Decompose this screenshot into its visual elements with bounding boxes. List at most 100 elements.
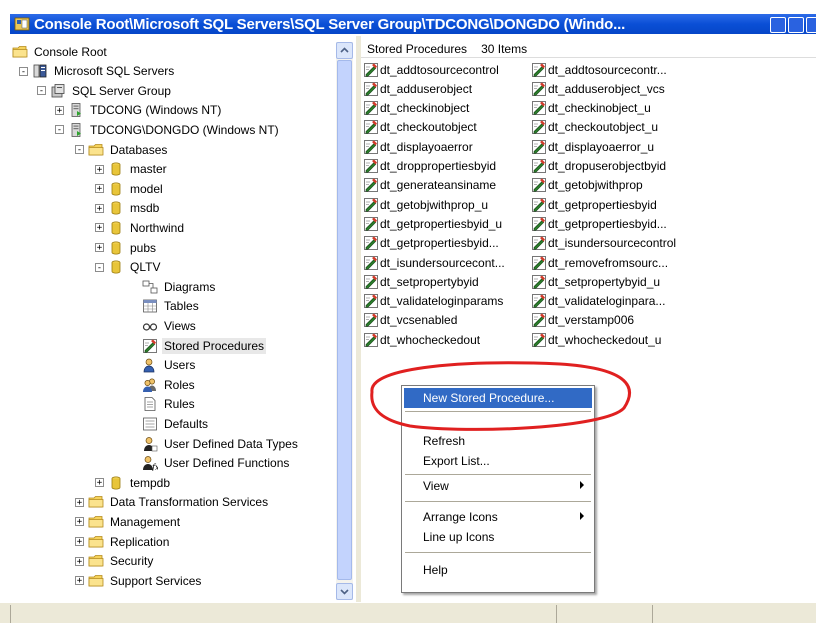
expand-icon[interactable]: + bbox=[75, 497, 84, 507]
close-button[interactable] bbox=[806, 17, 816, 33]
tree-item[interactable]: + tempdb bbox=[95, 473, 172, 492]
window-titlebar[interactable]: Console Root\Microsoft SQL Servers\SQL S… bbox=[0, 0, 816, 34]
expand-icon[interactable]: + bbox=[75, 576, 84, 586]
stored-procedure-item[interactable]: dt_validateloginpara... bbox=[531, 292, 665, 311]
console-tree-pane[interactable]: Console Root - Microsoft SQL Servers - SQL S… bbox=[10, 42, 355, 598]
expand-icon[interactable]: + bbox=[95, 478, 104, 488]
scroll-thumb[interactable] bbox=[337, 60, 352, 580]
tree-item[interactable]: Roles bbox=[142, 375, 197, 394]
stored-procedure-item[interactable]: dt_getpropertiesbyid... bbox=[531, 214, 667, 233]
expand-icon[interactable]: + bbox=[95, 184, 104, 194]
tree-item[interactable]: + pubs bbox=[95, 238, 158, 257]
expand-icon[interactable]: + bbox=[95, 243, 104, 253]
expand-icon[interactable]: + bbox=[55, 105, 64, 115]
tree-item[interactable]: + master bbox=[95, 160, 169, 179]
tree-item-label: Stored Procedures bbox=[162, 337, 267, 354]
stored-procedure-item[interactable]: dt_checkinobject bbox=[363, 99, 469, 118]
stored-procedure-item[interactable]: dt_adduserobject bbox=[363, 79, 472, 98]
tree-item[interactable]: + Management bbox=[75, 512, 182, 531]
tree-item[interactable]: - Databases bbox=[75, 140, 169, 159]
tree-item[interactable]: + Security bbox=[75, 552, 155, 571]
tree-item[interactable]: Stored Procedures bbox=[142, 336, 267, 355]
menu-item-refresh[interactable]: Refresh bbox=[404, 431, 592, 451]
scroll-down-button[interactable] bbox=[336, 583, 353, 600]
folder-icon bbox=[88, 553, 104, 569]
stored-procedure-item[interactable]: dt_addtosourcecontr... bbox=[531, 60, 667, 79]
stored-procedure-item[interactable]: dt_isundersourcecont... bbox=[363, 253, 505, 272]
stored-procedure-item[interactable]: dt_validateloginparams bbox=[363, 292, 503, 311]
stored-procedure-name: dt_validateloginparams bbox=[380, 294, 504, 309]
menu-item-arrange-icons[interactable]: Arrange Icons bbox=[404, 507, 592, 527]
stored-procedure-item[interactable]: dt_checkoutobject_u bbox=[531, 118, 658, 137]
stored-procedure-item[interactable]: dt_removefromsourc... bbox=[531, 253, 668, 272]
expand-icon[interactable]: + bbox=[95, 223, 104, 233]
stored-procedure-item[interactable]: dt_isundersourcecontrol bbox=[531, 234, 676, 253]
tree-item[interactable]: Defaults bbox=[142, 414, 210, 433]
scroll-up-button[interactable] bbox=[336, 42, 353, 59]
stored-procedure-item[interactable]: dt_displayoaerror_u bbox=[531, 137, 654, 156]
stored-procedure-item[interactable]: dt_setpropertybyid bbox=[363, 272, 479, 291]
diagram-icon bbox=[142, 279, 158, 295]
tree-item[interactable]: + msdb bbox=[95, 199, 161, 218]
stored-procedure-item[interactable]: dt_vcsenabled bbox=[363, 311, 457, 330]
database-icon bbox=[108, 475, 124, 491]
tree-item[interactable]: + Replication bbox=[75, 532, 171, 551]
tree-item[interactable]: + Support Services bbox=[75, 571, 203, 590]
folder-icon bbox=[88, 573, 104, 589]
stored-procedure-item[interactable]: dt_displayoaerror bbox=[363, 137, 473, 156]
expand-icon[interactable]: + bbox=[75, 537, 84, 547]
tree-item[interactable]: - TDCONG\DONGDO (Windows NT) bbox=[55, 120, 281, 139]
collapse-icon[interactable]: - bbox=[19, 66, 28, 76]
details-header: Stored Procedures 30 Items bbox=[361, 40, 816, 58]
tree-item[interactable]: Rules bbox=[142, 395, 197, 414]
collapse-icon[interactable]: - bbox=[37, 86, 46, 96]
tree-vertical-scrollbar[interactable] bbox=[336, 42, 353, 600]
tree-item[interactable]: - QLTV bbox=[95, 258, 162, 277]
collapse-icon[interactable]: - bbox=[55, 125, 64, 135]
tree-item[interactable]: + model bbox=[95, 179, 165, 198]
tree-item[interactable]: Tables bbox=[142, 297, 201, 316]
tree-item[interactable]: + TDCONG (Windows NT) bbox=[55, 101, 223, 120]
stored-procedure-item[interactable]: dt_getobjwithprop_u bbox=[363, 195, 488, 214]
menu-item-line-up-icons[interactable]: Line up Icons bbox=[404, 527, 592, 547]
tree-item[interactable]: Users bbox=[142, 356, 197, 375]
tree-item[interactable]: Console Root bbox=[12, 42, 109, 61]
stored-procedure-item[interactable]: dt_getobjwithprop bbox=[531, 176, 643, 195]
menu-item-help[interactable]: Help bbox=[404, 560, 592, 580]
stored-procedure-item[interactable]: dt_checkinobject_u bbox=[531, 99, 651, 118]
tree-item[interactable]: + Northwind bbox=[95, 218, 186, 237]
tree-item[interactable]: + Data Transformation Services bbox=[75, 493, 270, 512]
stored-procedure-item[interactable]: dt_whocheckedout bbox=[363, 330, 480, 349]
stored-procedure-item[interactable]: dt_dropuserobjectbyid bbox=[531, 157, 666, 176]
menu-item-export-list[interactable]: Export List... bbox=[404, 451, 592, 471]
expand-icon[interactable]: + bbox=[95, 203, 104, 213]
stored-procedure-item[interactable]: dt_getpropertiesbyid... bbox=[363, 234, 499, 253]
tree-item[interactable]: User Defined Data Types bbox=[142, 434, 300, 453]
tree-item[interactable]: User Defined Functions bbox=[142, 454, 291, 473]
tree-item[interactable]: - Microsoft SQL Servers bbox=[19, 62, 176, 81]
stored-procedure-item[interactable]: dt_generateansiname bbox=[363, 176, 496, 195]
stored-procedure-item[interactable]: dt_verstamp006 bbox=[531, 311, 634, 330]
stored-procedure-item[interactable]: dt_adduserobject_vcs bbox=[531, 79, 665, 98]
tree-item[interactable]: Views bbox=[142, 316, 198, 335]
expand-icon[interactable]: + bbox=[75, 517, 84, 527]
minimize-button[interactable] bbox=[770, 17, 786, 33]
expand-icon[interactable]: + bbox=[95, 164, 104, 174]
collapse-icon[interactable]: - bbox=[75, 145, 84, 155]
stored-procedure-item[interactable]: dt_addtosourcecontrol bbox=[363, 60, 499, 79]
stored-procedure-item[interactable]: dt_checkoutobject bbox=[363, 118, 477, 137]
stored-procedure-item[interactable]: dt_getpropertiesbyid bbox=[531, 195, 657, 214]
menu-item-view[interactable]: View bbox=[404, 476, 592, 496]
maximize-button[interactable] bbox=[788, 17, 804, 33]
stored-procedure-item[interactable]: dt_setpropertybyid_u bbox=[531, 272, 660, 291]
stored-procedure-item[interactable]: dt_getpropertiesbyid_u bbox=[363, 214, 502, 233]
stored-procedure-item[interactable]: dt_whocheckedout_u bbox=[531, 330, 661, 349]
stored-procedure-item[interactable]: dt_droppropertiesbyid bbox=[363, 157, 496, 176]
expand-icon[interactable]: + bbox=[75, 556, 84, 566]
tree-item[interactable]: Diagrams bbox=[142, 277, 217, 296]
collapse-icon[interactable]: - bbox=[95, 262, 104, 272]
tree-item[interactable]: - SQL Server Group bbox=[37, 81, 173, 100]
status-bar bbox=[0, 602, 816, 623]
menu-item-new-stored-procedure[interactable]: New Stored Procedure... bbox=[404, 388, 592, 408]
menu-separator bbox=[405, 501, 591, 502]
